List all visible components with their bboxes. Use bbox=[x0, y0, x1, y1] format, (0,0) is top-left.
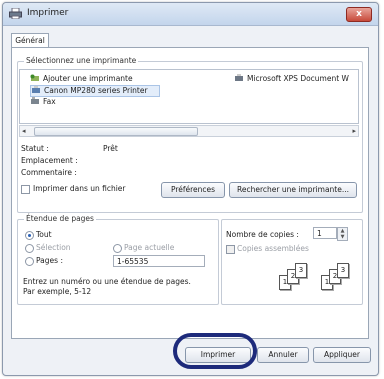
window-title: Imprimer bbox=[27, 8, 69, 18]
comment-label: Commentaire : bbox=[21, 168, 77, 177]
print-button-highlight bbox=[173, 333, 257, 369]
location-label: Emplacement : bbox=[21, 156, 78, 165]
print-dialog: Imprimer x Général Sélectionnez une impr… bbox=[2, 2, 379, 376]
list-item-fax[interactable]: Fax bbox=[30, 97, 56, 107]
page-icon: 3 bbox=[295, 263, 307, 278]
chevron-down-icon[interactable]: ▼ bbox=[338, 234, 347, 240]
copies-input[interactable]: 1 bbox=[313, 227, 337, 239]
collate-checkbox bbox=[226, 245, 235, 254]
list-item-xps[interactable]: Microsoft XPS Document W bbox=[234, 74, 349, 84]
list-item-canon[interactable]: Canon MP280 series Printer bbox=[30, 85, 160, 97]
printer-icon bbox=[9, 8, 22, 19]
radio-pages[interactable] bbox=[25, 257, 34, 266]
cancel-button[interactable]: Annuler bbox=[257, 347, 309, 363]
radio-all-label: Tout bbox=[36, 230, 52, 239]
radio-pages-label: Pages : bbox=[36, 256, 63, 265]
apply-button[interactable]: Appliquer bbox=[313, 347, 371, 363]
list-item-add-printer[interactable]: Ajouter une imprimante bbox=[30, 74, 133, 84]
radio-current-page-label: Page actuelle bbox=[124, 243, 175, 252]
collate-label: Copies assemblées bbox=[237, 244, 309, 253]
copies-label: Nombre de copies : bbox=[226, 230, 299, 239]
tab-general[interactable]: Général bbox=[11, 33, 49, 48]
add-printer-icon bbox=[30, 74, 39, 81]
group-legend: Étendue de pages bbox=[24, 214, 96, 223]
scroll-left-icon[interactable]: ◂ bbox=[22, 126, 26, 136]
scroll-right-icon[interactable]: ▸ bbox=[352, 126, 356, 136]
range-hint-line1: Entrez un numéro ou une étendue de pages… bbox=[23, 277, 191, 286]
radio-all[interactable] bbox=[25, 231, 34, 240]
radio-current-page bbox=[113, 244, 122, 253]
title-bar: Imprimer x bbox=[3, 3, 378, 26]
preferences-button[interactable]: Préférences bbox=[161, 182, 225, 198]
close-button[interactable]: x bbox=[346, 7, 372, 22]
printer-list[interactable]: Ajouter une imprimante Microsoft XPS Doc… bbox=[19, 69, 359, 124]
pages-input[interactable]: 1-65535 bbox=[113, 255, 205, 267]
fax-icon bbox=[31, 97, 39, 104]
status-value: Prêt bbox=[103, 144, 118, 153]
print-to-file-label: Imprimer dans un fichier bbox=[33, 184, 126, 193]
copies-stepper[interactable]: ▲ ▼ bbox=[337, 227, 348, 241]
range-hint-line2: Par exemple, 5-12 bbox=[23, 287, 92, 296]
find-printer-button[interactable]: Rechercher une imprimante... bbox=[229, 182, 357, 198]
page-icon: 3 bbox=[337, 263, 349, 278]
printer-icon bbox=[235, 74, 243, 81]
status-label: Statut : bbox=[21, 144, 49, 153]
group-legend: Sélectionnez une imprimante bbox=[24, 56, 139, 65]
radio-selection-label: Sélection bbox=[36, 243, 71, 252]
radio-selection bbox=[25, 244, 34, 253]
scroll-thumb[interactable] bbox=[34, 127, 198, 136]
print-to-file-checkbox[interactable] bbox=[21, 185, 30, 194]
printer-icon bbox=[32, 86, 40, 93]
horizontal-scrollbar[interactable]: ◂ ▸ bbox=[19, 125, 359, 137]
